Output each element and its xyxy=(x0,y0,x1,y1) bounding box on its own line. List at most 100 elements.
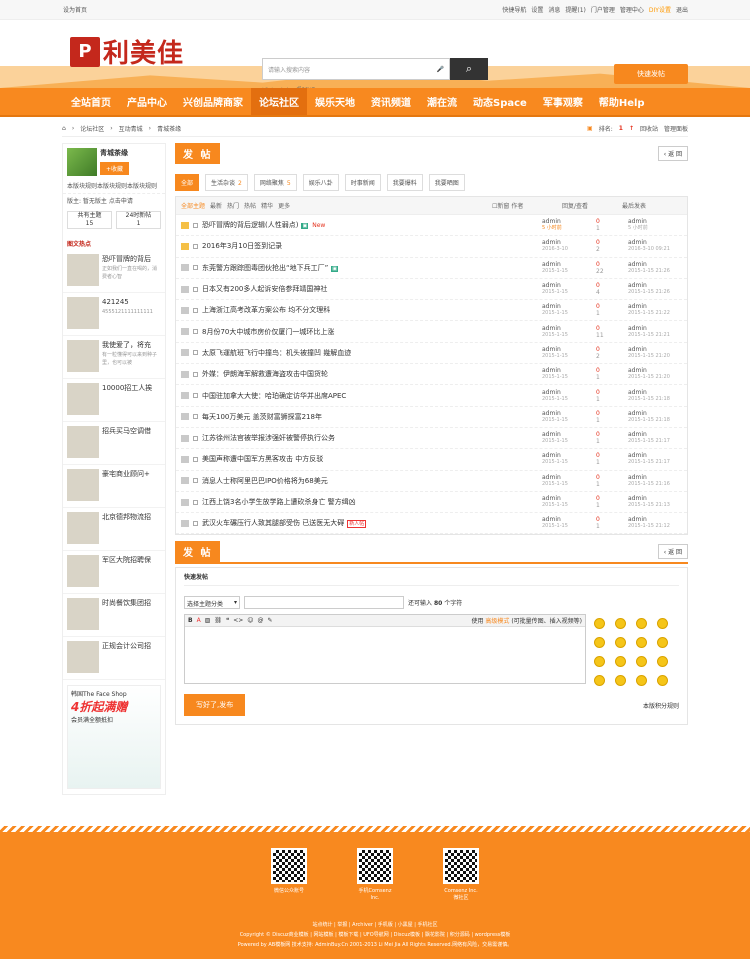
thread-last-post[interactable]: admin 2015-1-15 21:20 xyxy=(628,367,682,381)
crumb[interactable]: 论坛社区 xyxy=(80,124,104,133)
thread-author[interactable]: admin 5 小时前 xyxy=(542,218,596,232)
code-icon[interactable]: <> xyxy=(233,617,243,624)
thread-row[interactable]: 外媒：伊朗海军解救遭海盗攻击中国货轮 admin 2015-1-15 0 1 admin 2… xyxy=(176,364,687,386)
mic-icon[interactable]: 🎤 xyxy=(437,66,444,73)
search-input[interactable]: 请输入搜索内容 🎤 xyxy=(262,58,450,80)
smiley-icon[interactable] xyxy=(636,618,647,630)
smiley-icon[interactable] xyxy=(657,675,668,687)
thread-row[interactable]: 江苏徐州法官被举报涉强奸被警停执行公务 admin 2015-1-15 0 1 admin… xyxy=(176,428,687,450)
hot-item[interactable]: 恐吓冒牌的背后 正如我们一直在喝的，消费者心智 xyxy=(63,250,165,293)
new-thread-button[interactable]: 发 帖 xyxy=(175,541,221,563)
top-link[interactable]: 快捷导航 xyxy=(502,5,526,14)
thread-last-post[interactable]: admin 2015-1-15 21:18 xyxy=(628,389,682,403)
smiley-icon[interactable] xyxy=(636,637,647,649)
advanced-mode[interactable]: 使用 高级模式 (可批量传图、插入视频等) xyxy=(471,616,582,625)
thread-checkbox[interactable] xyxy=(193,329,198,335)
thread-title[interactable]: 外媒：伊朗海军解救遭海盗攻击中国货轮 xyxy=(202,369,542,379)
site-logo[interactable]: P 利美佳 xyxy=(70,33,184,70)
tab-category[interactable]: 网络聚焦 5 xyxy=(253,174,297,191)
thread-row[interactable]: 中国驻加拿大大使：哈珀确定访华并出席APEC admin 2015-1-15 0 1 ad… xyxy=(176,385,687,407)
quick-post-button[interactable]: 快速发帖 xyxy=(614,64,688,84)
thread-checkbox[interactable] xyxy=(193,414,198,420)
hot-item[interactable]: 10000招工人挨 xyxy=(63,379,165,422)
smiley-icon[interactable] xyxy=(615,637,626,649)
thread-checkbox[interactable] xyxy=(193,478,198,484)
thread-author[interactable]: admin 2015-1-15 xyxy=(542,325,596,339)
new-thread-button[interactable]: 发 帖 xyxy=(175,143,221,164)
smiley-icon[interactable] xyxy=(594,637,605,649)
rss-icon[interactable]: ▣ xyxy=(587,125,593,132)
thread-last-post[interactable]: admin 2015-1-15 21:26 xyxy=(628,261,682,275)
top-link[interactable]: 门户管理 xyxy=(591,5,615,14)
thread-title[interactable]: 消息人士称阿里巴巴IPO价格将为68美元 xyxy=(202,476,542,486)
back-button[interactable]: ‹ 返 回 xyxy=(657,544,688,560)
nav-item[interactable]: 动态Space xyxy=(465,88,535,115)
recycle-link[interactable]: 回收站 xyxy=(640,124,658,133)
thread-author[interactable]: admin 2015-1-15 xyxy=(542,303,596,317)
thread-last-post[interactable]: admin 2015-1-15 21:21 xyxy=(628,325,682,339)
nav-item[interactable]: 潮在流 xyxy=(419,88,465,115)
back-button[interactable]: ‹ 返 回 xyxy=(657,146,688,161)
thread-checkbox[interactable] xyxy=(193,371,198,377)
hot-item[interactable]: 北京德邦物流招 xyxy=(63,508,165,551)
thread-row[interactable]: 江西上饶3名小学生放学路上遭砍杀身亡 警方缉凶 admin 2015-1-15 0 1 a… xyxy=(176,492,687,514)
thread-row[interactable]: 东莞警方跟踪图毒团伙抢出“地下兵工厂” ▣ admin 2015-1-15 0 22 adm… xyxy=(176,258,687,279)
thread-row[interactable]: 每天100万美元 盖茨财富狮探富218年 admin 2015-1-15 0 1 admi… xyxy=(176,407,687,428)
thread-row[interactable]: 消息人士称阿里巴巴IPO价格将为68美元 admin 2015-1-15 0 1 admi… xyxy=(176,471,687,492)
thread-checkbox[interactable] xyxy=(193,350,198,356)
filter[interactable]: 热门 xyxy=(227,201,239,210)
hot-item[interactable]: 正规会计公司招 xyxy=(63,637,165,680)
crumb[interactable]: 青城茶缘 xyxy=(157,124,181,133)
filter[interactable]: 热帖 xyxy=(244,201,256,210)
smiley-icon[interactable] xyxy=(594,618,605,630)
thread-checkbox[interactable] xyxy=(193,265,198,271)
nav-item[interactable]: 兴创品牌商家 xyxy=(175,88,251,115)
thread-row[interactable]: 太原飞運航班飞行中撞鸟：机头被撞凹 幾解血迹 admin 2015-1-15 0 2 ad… xyxy=(176,343,687,365)
nav-item[interactable]: 产品中心 xyxy=(119,88,175,115)
thread-last-post[interactable]: admin 2015-1-15 21:16 xyxy=(628,474,682,488)
thread-title[interactable]: 武汉火车碾压行人致其腿部受伤 已送医无大碍 新人帖 xyxy=(202,518,542,529)
thread-checkbox[interactable] xyxy=(193,435,198,441)
top-link[interactable]: 提醒(1) xyxy=(565,5,586,14)
thread-checkbox[interactable] xyxy=(193,456,198,462)
nav-item[interactable]: 全站首页 xyxy=(63,88,119,115)
thread-last-post[interactable]: admin 2015-1-15 21:18 xyxy=(628,410,682,424)
thread-author[interactable]: admin 2015-1-15 xyxy=(542,261,596,275)
thread-row[interactable]: 武汉火车碾压行人致其腿部受伤 已送医无大碍 新人帖 admin 2015-1-15 0 1… xyxy=(176,513,687,535)
thread-title[interactable]: 江西上饶3名小学生放学路上遭砍杀身亡 警方缉凶 xyxy=(202,497,542,507)
title-input[interactable] xyxy=(244,596,404,610)
hot-word[interactable]: discuz xyxy=(296,86,315,88)
thread-row[interactable]: 美国声称遭中国军方黑客攻击 中方反驳 admin 2015-1-15 0 1 admin 2… xyxy=(176,449,687,471)
top-link[interactable]: 消息 xyxy=(548,5,560,14)
tab-category[interactable]: 生活杂谈 2 xyxy=(205,174,248,191)
thread-title[interactable]: 日本又有200多人起诉安倍参拜靖国神社 xyxy=(202,284,542,294)
filter[interactable]: 最新 xyxy=(210,201,222,210)
hot-item[interactable]: 招兵买马空调借 xyxy=(63,422,165,465)
smiley-icon[interactable] xyxy=(657,618,668,630)
thread-checkbox[interactable] xyxy=(193,243,198,249)
thread-last-post[interactable]: admin 5 小时前 xyxy=(628,218,682,232)
thread-title[interactable]: 恐吓冒牌的背后逻辑(人性弱点) ▣ New xyxy=(202,220,542,230)
thread-last-post[interactable]: admin 2015-1-15 21:26 xyxy=(628,282,682,296)
top-link[interactable]: 管理中心 xyxy=(620,5,644,14)
thread-author[interactable]: admin 2015-1-15 xyxy=(542,389,596,403)
hot-item[interactable]: 421245 4555121111111111 xyxy=(63,293,165,336)
tab-category[interactable]: 我要晒图 xyxy=(428,174,465,191)
tab-all[interactable]: 全部 xyxy=(175,174,200,191)
tab-category[interactable]: 娱乐八卦 xyxy=(302,174,339,191)
thread-last-post[interactable]: admin 2015-1-15 21:13 xyxy=(628,495,682,509)
thread-row[interactable]: 上海浙江高考改革方案公布 均不分文理科 admin 2015-1-15 0 1 admin… xyxy=(176,300,687,322)
at-icon[interactable]: @ xyxy=(258,617,264,624)
thread-author[interactable]: admin 2015-1-15 xyxy=(542,495,596,509)
smiley-icon[interactable] xyxy=(657,656,668,668)
smiley-icon[interactable] xyxy=(636,675,647,687)
nav-item[interactable]: 娱乐天地 xyxy=(307,88,363,115)
thread-checkbox[interactable] xyxy=(193,286,198,292)
quote-icon[interactable]: ❝ xyxy=(226,617,229,624)
thread-checkbox[interactable] xyxy=(193,222,198,228)
submit-button[interactable]: 写好了,发布 xyxy=(184,694,246,717)
tab-category[interactable]: 时事新闻 xyxy=(344,174,381,191)
manage-link[interactable]: 管理面板 xyxy=(664,124,688,133)
thread-title[interactable]: 每天100万美元 盖茨财富狮探富218年 xyxy=(202,412,542,422)
smiley-icon[interactable] xyxy=(594,675,605,687)
